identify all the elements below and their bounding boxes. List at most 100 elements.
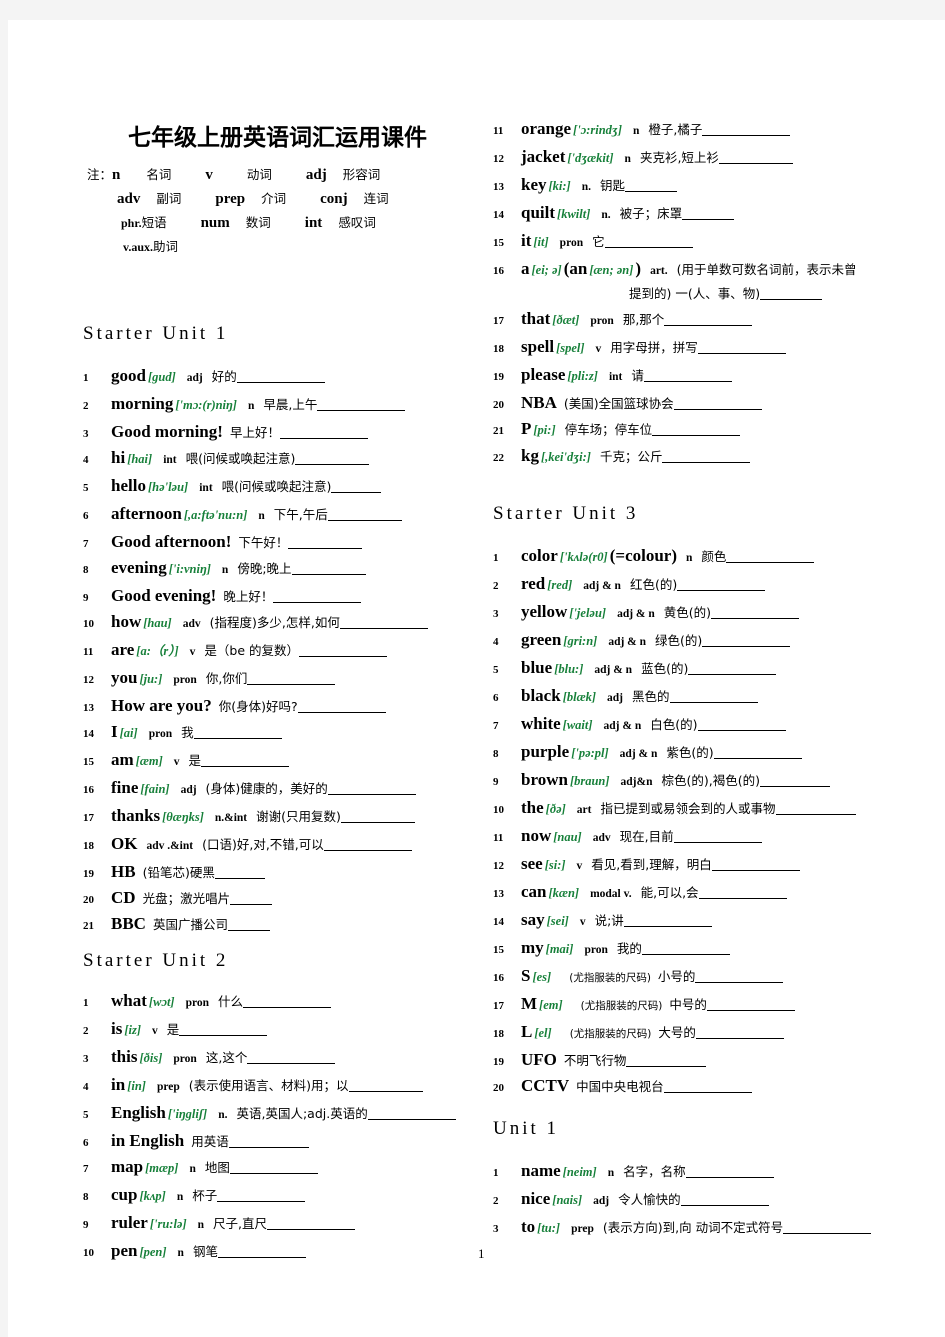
answer-blank[interactable]	[201, 755, 290, 767]
answer-blank[interactable]	[685, 1166, 774, 1178]
answer-blank[interactable]	[317, 399, 406, 411]
answer-blank[interactable]	[698, 887, 787, 899]
answer-blank[interactable]	[626, 1055, 707, 1067]
answer-blank[interactable]	[243, 996, 332, 1008]
entry-meaning: 你,你们	[205, 671, 248, 686]
answer-blank[interactable]	[680, 1194, 769, 1206]
answer-blank[interactable]	[662, 451, 751, 463]
answer-blank[interactable]	[267, 1218, 356, 1230]
entry-number: 17	[83, 812, 94, 824]
entry-meaning: 中号的	[669, 997, 707, 1012]
answer-blank[interactable]	[299, 645, 388, 657]
answer-blank[interactable]	[669, 691, 758, 703]
entry-number: 6	[83, 1137, 89, 1149]
answer-blank[interactable]	[643, 370, 732, 382]
entry-pos: adj & n	[617, 608, 655, 620]
entry-meaning: 钥匙	[600, 178, 626, 193]
answer-blank[interactable]	[706, 999, 795, 1011]
answer-blank[interactable]	[673, 831, 762, 843]
vocab-entry: 14 say [sei] v 说;讲	[493, 909, 933, 933]
answer-blank[interactable]	[297, 701, 386, 713]
answer-blank[interactable]	[702, 635, 791, 647]
entry-number: 4	[83, 1081, 89, 1093]
answer-blank[interactable]	[273, 591, 362, 603]
entry-word: evening	[111, 558, 167, 577]
answer-blank[interactable]	[279, 427, 368, 439]
answer-blank[interactable]	[295, 453, 370, 465]
vocab-entry: 17 M [em] (尤指服装的尺码) 中号的	[493, 993, 933, 1017]
answer-blank[interactable]	[718, 152, 793, 164]
answer-blank[interactable]	[702, 124, 791, 136]
answer-blank[interactable]	[348, 1080, 423, 1092]
answer-blank[interactable]	[713, 747, 802, 759]
entry-meaning: (美国)全国篮球协会	[563, 396, 674, 411]
entry-meaning: 喂(问候或唤起注意)	[185, 451, 296, 466]
entry-phonetic: [gud]	[147, 370, 176, 384]
legend-meaning: 动词	[246, 167, 272, 182]
answer-blank[interactable]	[214, 867, 265, 879]
entry-phonetic: [braun]	[569, 774, 610, 788]
entry-word: L	[521, 1022, 533, 1041]
answer-blank[interactable]	[229, 1162, 318, 1174]
answer-blank[interactable]	[726, 551, 815, 563]
answer-blank[interactable]	[236, 371, 325, 383]
answer-blank[interactable]	[664, 314, 753, 326]
answer-blank[interactable]	[340, 811, 415, 823]
answer-blank[interactable]	[783, 1222, 872, 1234]
answer-blank[interactable]	[652, 424, 741, 436]
answer-blank[interactable]	[367, 1108, 456, 1120]
answer-blank[interactable]	[663, 1081, 752, 1093]
answer-blank[interactable]	[697, 342, 786, 354]
answer-blank[interactable]	[673, 398, 762, 410]
answer-blank[interactable]	[217, 1246, 306, 1258]
vocab-entry: 15 it [it] pron 它	[493, 230, 933, 254]
answer-blank[interactable]	[228, 1136, 309, 1148]
entry-number: 2	[493, 580, 499, 592]
answer-blank[interactable]	[288, 537, 363, 549]
legend-meaning: 助词	[153, 239, 179, 254]
answer-blank[interactable]	[339, 617, 428, 629]
answer-blank[interactable]	[331, 481, 382, 493]
entry-number: 10	[83, 1247, 94, 1259]
vocab-entry: 20 NBA (美国)全国篮球协会	[493, 392, 933, 414]
answer-blank[interactable]	[682, 208, 735, 220]
answer-blank[interactable]	[179, 1024, 268, 1036]
entry-phonetic: [hai]	[127, 452, 153, 466]
entry-word: UFO	[521, 1050, 557, 1069]
answer-blank[interactable]	[217, 1190, 306, 1202]
answer-blank[interactable]	[604, 236, 693, 248]
answer-blank[interactable]	[641, 943, 730, 955]
answer-blank[interactable]	[291, 563, 366, 575]
answer-blank[interactable]	[677, 579, 766, 591]
entry-pos: pron	[173, 1053, 197, 1065]
entry-word-variant: (an	[563, 259, 588, 278]
entry-number: 3	[493, 1223, 499, 1235]
entry-number: 16	[83, 784, 94, 796]
entry-number: 15	[493, 237, 504, 249]
answer-blank[interactable]	[230, 893, 273, 905]
answer-blank[interactable]	[711, 607, 800, 619]
legend-row: adv 副词 prep 介词 conj 连词	[83, 187, 503, 211]
answer-blank[interactable]	[775, 803, 856, 815]
entry-meaning: 是	[166, 1022, 180, 1037]
answer-blank[interactable]	[227, 919, 270, 931]
answer-blank[interactable]	[697, 719, 786, 731]
answer-blank[interactable]	[327, 509, 402, 521]
answer-blank[interactable]	[623, 915, 712, 927]
answer-blank[interactable]	[695, 971, 784, 983]
answer-blank[interactable]	[760, 288, 823, 300]
answer-blank[interactable]	[711, 859, 800, 871]
answer-blank[interactable]	[695, 1027, 784, 1039]
vocab-entry: 1 color ['kʌlə(r0] (=colour) n 颜色	[493, 545, 933, 569]
answer-blank[interactable]	[323, 839, 412, 851]
answer-blank[interactable]	[193, 727, 282, 739]
answer-blank[interactable]	[247, 1052, 336, 1064]
entry-number: 15	[493, 944, 504, 956]
answer-blank[interactable]	[327, 783, 416, 795]
answer-blank[interactable]	[625, 180, 678, 192]
entry-meaning: (身体)健康的，美好的	[205, 781, 328, 796]
answer-blank[interactable]	[688, 663, 777, 675]
legend-abbr: n	[112, 167, 121, 183]
answer-blank[interactable]	[759, 775, 830, 787]
answer-blank[interactable]	[247, 673, 336, 685]
